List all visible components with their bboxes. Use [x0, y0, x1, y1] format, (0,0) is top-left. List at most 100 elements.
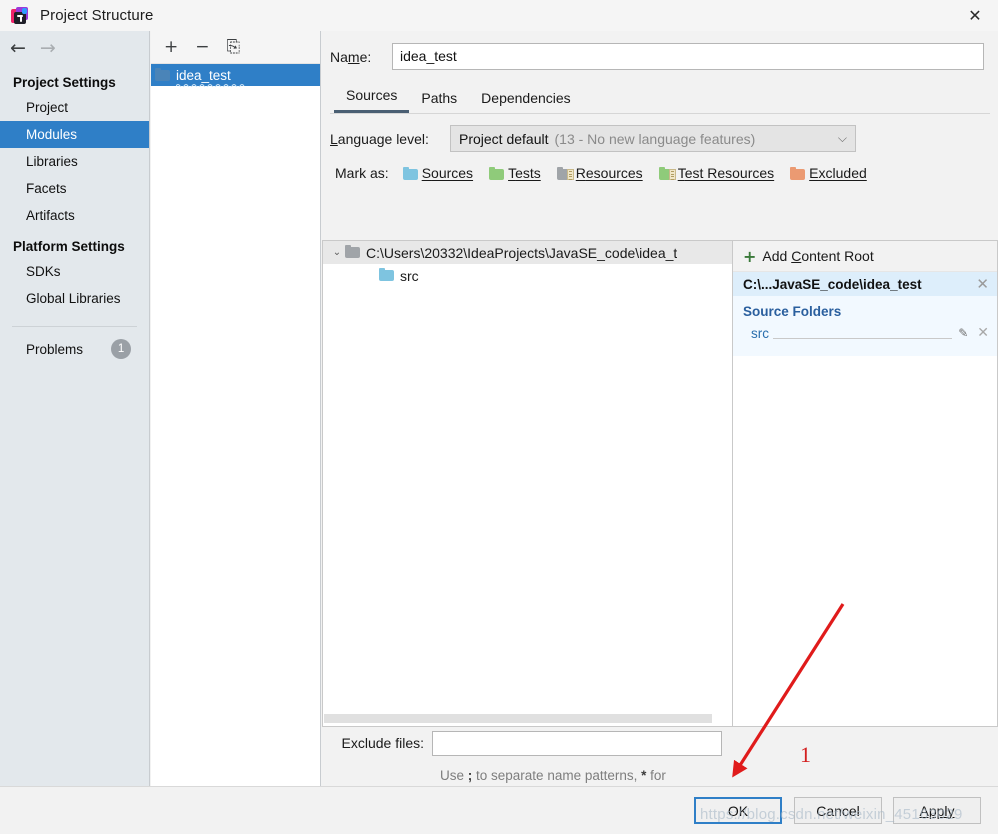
- content-root-tree[interactable]: ⌄ C:\Users\20332\IdeaProjects\JavaSE_cod…: [322, 240, 732, 727]
- sidebar-item-libraries[interactable]: Libraries: [0, 148, 149, 175]
- annotation-step-number: 1: [800, 742, 811, 767]
- content-root-header[interactable]: C:\...JavaSE_code\idea_test ✕: [733, 272, 997, 296]
- sidebar-item-modules[interactable]: Modules: [0, 121, 149, 148]
- sources-panels: ⌄ C:\Users\20332\IdeaProjects\JavaSE_cod…: [322, 240, 998, 727]
- content-root-title: C:\...JavaSE_code\idea_test: [743, 276, 922, 292]
- tab-paths[interactable]: Paths: [409, 86, 469, 113]
- sidebar-item-global-libraries[interactable]: Global Libraries: [0, 285, 149, 312]
- mark-resources-mnemonic: R: [575, 165, 586, 181]
- tree-node-src: src: [400, 267, 419, 284]
- mark-sources-mnemonic: S: [421, 165, 432, 181]
- editor-tabs: Sources Paths Dependencies: [334, 83, 998, 113]
- sidebar-group-platform-settings: Platform Settings: [13, 239, 125, 254]
- sidebar-item-facets[interactable]: Facets: [0, 175, 149, 202]
- content-root-path: C:\Users\20332\IdeaProjects\JavaSE_code\…: [366, 244, 678, 261]
- tab-sources[interactable]: Sources: [334, 83, 410, 113]
- tests-folder-icon: [489, 166, 505, 180]
- source-folder-name: src: [751, 325, 769, 341]
- sidebar-item-problems[interactable]: Problems 1: [0, 327, 149, 364]
- language-level-detail: (13 - No new language features): [554, 130, 756, 147]
- scrollbar-thumb[interactable]: [324, 714, 712, 723]
- mark-as-row: Mark as: Sources Tests Resources Test Re…: [322, 152, 998, 181]
- mark-tests-mnemonic: T: [508, 165, 516, 181]
- sidebar-group-project-settings: Project Settings: [13, 75, 116, 90]
- hint-text-2: to separate name patterns,: [472, 768, 642, 783]
- close-icon[interactable]: ✕: [952, 0, 998, 31]
- modules-list-panel: + − ⎘ idea_test: [151, 31, 321, 786]
- window-titlebar: Project Structure ✕: [0, 0, 998, 31]
- window-title: Project Structure: [40, 7, 154, 24]
- sidebar-navigation: ← →: [0, 31, 149, 65]
- language-level-row: Language level: Project default (13 - No…: [322, 114, 998, 152]
- content-root-folder-icon: [345, 245, 360, 258]
- chevron-down-icon: ⌵: [837, 131, 847, 145]
- mark-test-resources-label: est Resources: [684, 165, 775, 181]
- sidebar-item-sdks[interactable]: SDKs: [0, 258, 149, 285]
- remove-source-folder-icon[interactable]: ✕: [977, 325, 989, 341]
- mark-as-sources-button[interactable]: Sources: [402, 165, 474, 181]
- src-folder-icon: [379, 268, 394, 281]
- tab-dependencies[interactable]: Dependencies: [469, 86, 583, 113]
- excluded-folder-icon: [790, 166, 806, 180]
- exclude-files-row: Exclude files:: [322, 731, 998, 756]
- back-arrow-icon[interactable]: ←: [10, 38, 26, 58]
- module-name: idea_test: [176, 67, 245, 87]
- watermark-text: https://blog.csdn.net/weixin_45163029: [700, 806, 963, 823]
- remove-module-icon[interactable]: −: [195, 38, 209, 56]
- add-content-root-label-pre: Add: [762, 248, 792, 264]
- add-module-icon[interactable]: +: [164, 38, 178, 56]
- source-folders-title: Source Folders: [743, 304, 842, 319]
- source-folders-section: Source Folders src ✎ ✕: [733, 296, 997, 356]
- resources-folder-icon: [556, 166, 574, 180]
- tree-row[interactable]: ⌄ C:\Users\20332\IdeaProjects\JavaSE_cod…: [323, 241, 732, 264]
- module-list-item-idea-test[interactable]: idea_test: [151, 64, 320, 87]
- source-folder-rule: [773, 337, 953, 339]
- module-name-label: idea_test: [176, 67, 231, 83]
- hint-text-3: for: [646, 768, 666, 783]
- mark-as-tests-button[interactable]: Tests: [489, 165, 541, 181]
- edit-pencil-icon[interactable]: ✎: [958, 326, 968, 340]
- error-squiggle-icon: [176, 83, 245, 87]
- content-roots-panel: + Add Content Root C:\...JavaSE_code\ide…: [732, 240, 998, 727]
- plus-icon: +: [743, 246, 757, 266]
- mark-tests-label: ests: [515, 165, 541, 181]
- mark-sources-label: ources: [431, 165, 474, 181]
- language-level-label: Language level:: [330, 130, 429, 147]
- test-resources-folder-icon: [658, 166, 676, 180]
- mark-as-resources-button[interactable]: Resources: [556, 165, 643, 181]
- intellij-idea-icon: [11, 6, 29, 25]
- module-editor-panel: Name: idea_test Sources Paths Dependenci…: [322, 31, 998, 803]
- copy-module-icon[interactable]: ⎘: [227, 38, 241, 56]
- mark-as-excluded-button[interactable]: Excluded: [790, 165, 867, 181]
- settings-sidebar: ← → Project Settings Project Modules Lib…: [0, 31, 150, 834]
- mark-as-test-resources-button[interactable]: Test Resources: [658, 165, 775, 181]
- problems-label: Problems: [26, 341, 84, 357]
- module-name-row: Name: idea_test: [322, 31, 998, 70]
- mark-resources-label: esources: [585, 165, 643, 181]
- chevron-down-icon[interactable]: ⌄: [329, 247, 345, 258]
- name-label: Name:: [330, 48, 372, 65]
- language-level-select[interactable]: Project default (13 - No new language fe…: [450, 125, 856, 152]
- mark-as-label: Mark as:: [335, 165, 389, 181]
- module-name-input[interactable]: idea_test: [392, 43, 984, 70]
- mark-test-resources-mnemonic: T: [677, 165, 685, 181]
- exclude-files-input[interactable]: [432, 731, 722, 756]
- tree-horizontal-scrollbar[interactable]: [324, 712, 731, 725]
- source-folder-entry[interactable]: src ✎ ✕: [733, 323, 997, 343]
- mark-excluded-label: xcluded: [818, 165, 867, 181]
- tree-row[interactable]: src: [323, 264, 732, 287]
- hint-text-1: Use: [440, 768, 468, 783]
- problems-count-badge: 1: [111, 339, 132, 359]
- modules-toolbar: + − ⎘: [151, 31, 320, 64]
- add-content-root-button[interactable]: + Add Content Root: [733, 241, 997, 272]
- module-folder-icon: [155, 67, 170, 81]
- add-content-root-label-post: ontent Root: [801, 248, 874, 264]
- sidebar-item-project[interactable]: Project: [0, 94, 149, 121]
- add-content-root-mnemonic: C: [791, 248, 802, 264]
- sources-folder-icon: [402, 166, 418, 180]
- exclude-files-label: Exclude files:: [341, 735, 424, 751]
- sidebar-item-artifacts[interactable]: Artifacts: [0, 202, 149, 229]
- mark-excluded-mnemonic: E: [809, 165, 819, 181]
- remove-content-root-icon[interactable]: ✕: [976, 275, 989, 293]
- forward-arrow-icon[interactable]: →: [40, 38, 56, 58]
